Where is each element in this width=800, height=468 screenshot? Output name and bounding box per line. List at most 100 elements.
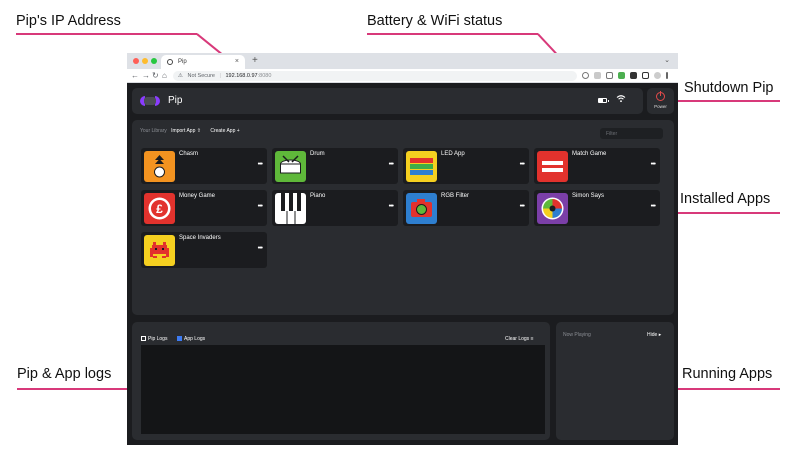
- warning-icon: ⚠: [178, 73, 183, 79]
- tab-title: Pip: [178, 59, 187, 65]
- new-tab-button[interactable]: +: [252, 55, 258, 66]
- url-separator: |: [219, 73, 221, 79]
- clear-logs-button[interactable]: Clear Logs ≡: [505, 336, 534, 342]
- plus-icon: +: [236, 128, 240, 134]
- forward-icon[interactable]: →: [142, 71, 150, 81]
- clear-list-icon: ≡: [530, 336, 534, 342]
- invader-icon: [144, 235, 175, 266]
- chevron-right-icon: ▸: [658, 332, 662, 338]
- url-input[interactable]: ⚠ Not Secure | 192.168.0.97:8080: [173, 71, 577, 81]
- reload-icon[interactable]: ↻: [152, 71, 159, 81]
- led-icon: [406, 151, 437, 182]
- tab-search-button[interactable]: ⌄: [664, 56, 670, 64]
- app-title: Pip: [168, 95, 183, 106]
- callout-line: [669, 100, 780, 102]
- sidebar-icon[interactable]: [642, 72, 649, 79]
- import-app-button[interactable]: Import App ⇧: [171, 128, 201, 134]
- app-name: Drum: [310, 151, 325, 157]
- menu-icon[interactable]: [666, 72, 668, 79]
- share-icon[interactable]: [594, 72, 601, 79]
- callout-battery-wifi: Battery & WiFi status: [367, 13, 503, 29]
- more-icon[interactable]: •••: [389, 203, 394, 210]
- app-card-rgb-filter[interactable]: RGB Filter •••: [403, 190, 529, 226]
- callout-shutdown: Shutdown Pip: [684, 80, 774, 96]
- camera-icon: [406, 193, 437, 224]
- logs-panel: Pip Logs App Logs Clear Logs ≡: [132, 322, 550, 440]
- pip-logs-checkbox[interactable]: Pip Logs: [141, 336, 167, 342]
- favicon-icon: [167, 59, 173, 65]
- match-icon: [537, 151, 568, 182]
- lens-icon[interactable]: [582, 72, 589, 79]
- power-button[interactable]: Power: [647, 88, 674, 114]
- extension-icons: [582, 72, 668, 80]
- pip-app: Pip Power Your Library Import App ⇧ Crea…: [127, 83, 678, 445]
- more-icon[interactable]: •••: [520, 161, 525, 168]
- app-logs-checkbox[interactable]: App Logs: [177, 336, 205, 342]
- wifi-icon: [616, 94, 626, 105]
- browser-window: Pip × + ⌄ ← → ↻ ⌂ ⚠ Not Secure | 192.168…: [127, 53, 678, 445]
- security-label: Not Secure: [187, 73, 215, 79]
- library-label: Your Library: [140, 128, 167, 134]
- app-library: Your Library Import App ⇧ Create App + F…: [132, 120, 674, 315]
- chasm-icon: [144, 151, 175, 182]
- profile-icon[interactable]: [654, 72, 661, 79]
- svg-text:£: £: [156, 202, 163, 216]
- callout-logs: Pip & App logs: [17, 366, 112, 382]
- more-icon[interactable]: •••: [651, 161, 656, 168]
- annotated-screenshot: Pip's IP Address Battery & WiFi status S…: [0, 0, 800, 468]
- app-name: Simon Says: [572, 193, 605, 199]
- minimize-window-icon[interactable]: [142, 58, 148, 64]
- extension-icon[interactable]: [606, 72, 613, 79]
- more-icon[interactable]: •••: [651, 203, 656, 210]
- close-window-icon[interactable]: [133, 58, 139, 64]
- running-apps-panel: Now Playing Hide ▸: [556, 322, 674, 440]
- more-icon[interactable]: •••: [389, 161, 394, 168]
- app-card-match-game[interactable]: Match Game •••: [534, 148, 660, 184]
- checkbox-checked-icon: [177, 336, 182, 341]
- app-card-led-app[interactable]: LED App •••: [403, 148, 529, 184]
- drive-icon[interactable]: [618, 72, 625, 79]
- app-name: Match Game: [572, 151, 607, 157]
- app-header: Pip: [132, 88, 643, 114]
- app-card-space-invaders[interactable]: Space Invaders •••: [141, 232, 267, 268]
- home-icon[interactable]: ⌂: [162, 71, 167, 81]
- app-name: Money Game: [179, 193, 216, 199]
- callout-installed-apps: Installed Apps: [680, 191, 771, 207]
- pip-logo-icon: [140, 96, 160, 106]
- hide-button[interactable]: Hide ▸: [647, 332, 661, 338]
- piano-icon: [275, 193, 306, 224]
- upload-icon: ⇧: [196, 128, 201, 134]
- puzzle-icon[interactable]: [630, 72, 637, 79]
- maximize-window-icon[interactable]: [151, 58, 157, 64]
- back-icon[interactable]: ←: [131, 71, 139, 81]
- tab-pip[interactable]: Pip ×: [161, 55, 245, 69]
- power-label: Power: [654, 104, 667, 109]
- callout-ip-address: Pip's IP Address: [16, 13, 121, 29]
- app-card-drum[interactable]: Drum •••: [272, 148, 398, 184]
- more-icon[interactable]: •••: [258, 161, 263, 168]
- app-card-simon-says[interactable]: Simon Says •••: [534, 190, 660, 226]
- callout-line: [16, 33, 197, 35]
- app-card-piano[interactable]: Piano •••: [272, 190, 398, 226]
- callout-line: [367, 33, 538, 35]
- tab-close-icon[interactable]: ×: [235, 58, 239, 65]
- filter-input[interactable]: Filter: [600, 128, 663, 139]
- app-name: Piano: [310, 193, 326, 199]
- app-name: RGB Filter: [441, 193, 470, 199]
- drum-icon: [275, 151, 306, 182]
- app-card-chasm[interactable]: Chasm •••: [141, 148, 267, 184]
- tab-bar: Pip × + ⌄: [127, 53, 678, 69]
- simon-icon: [537, 193, 568, 224]
- more-icon[interactable]: •••: [258, 245, 263, 252]
- battery-icon: [598, 98, 609, 103]
- checkbox-icon: [141, 336, 146, 341]
- address-bar-row: ← → ↻ ⌂ ⚠ Not Secure | 192.168.0.97:8080: [127, 69, 678, 83]
- more-icon[interactable]: •••: [520, 203, 525, 210]
- library-toolbar: Your Library Import App ⇧ Create App +: [140, 128, 248, 134]
- log-output: [141, 345, 545, 434]
- app-card-money-game[interactable]: £ Money Game •••: [141, 190, 267, 226]
- pound-icon: £: [144, 193, 175, 224]
- app-name: Space Invaders: [179, 235, 221, 241]
- create-app-button[interactable]: Create App +: [210, 128, 239, 134]
- more-icon[interactable]: •••: [258, 203, 263, 210]
